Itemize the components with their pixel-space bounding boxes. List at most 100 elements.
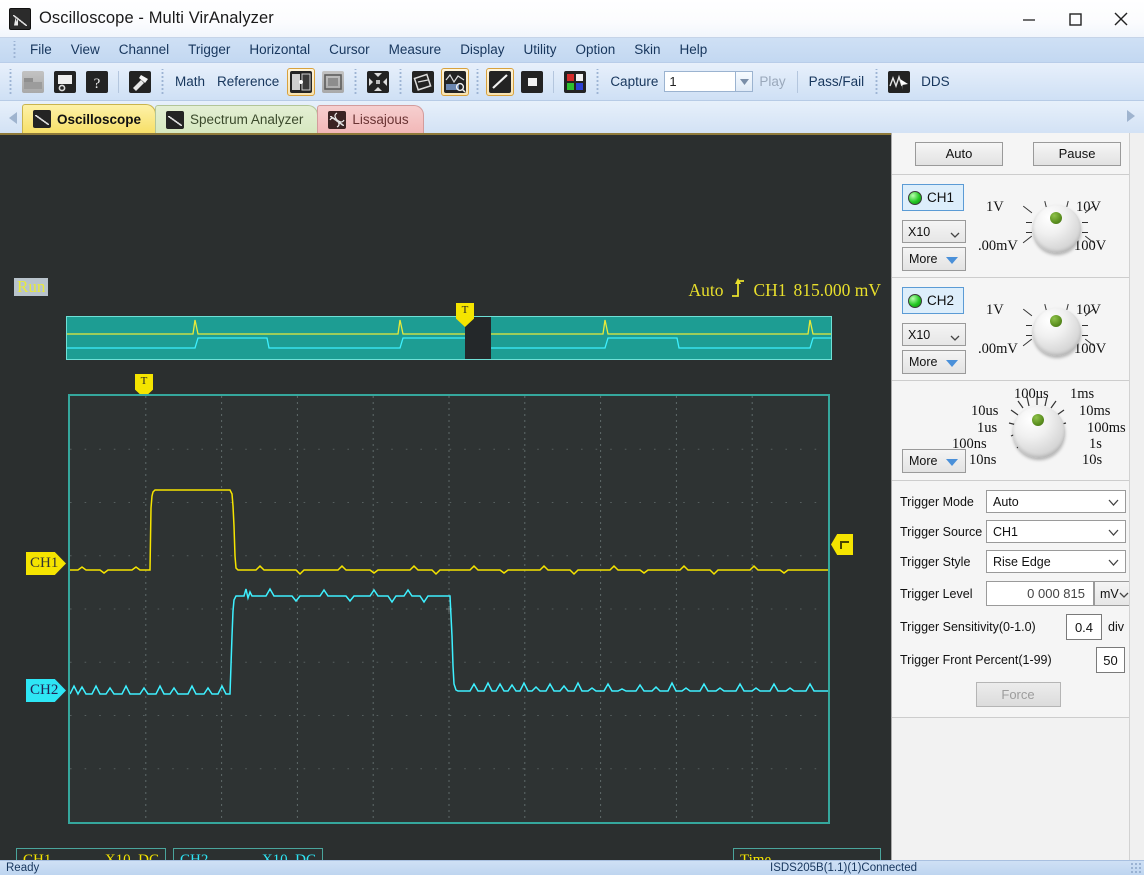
chevron-down-icon	[950, 331, 960, 345]
ch2-enable-button[interactable]: CH2	[902, 287, 964, 314]
trigger-front-input[interactable]: 50	[1096, 647, 1125, 673]
toolbar-grip-3	[352, 68, 360, 95]
ch1-more-button[interactable]: More	[902, 247, 966, 271]
pause-button[interactable]: Pause	[1033, 141, 1121, 166]
ch2-volts-knob[interactable]	[1033, 308, 1081, 356]
menu-utility[interactable]: Utility	[514, 40, 565, 60]
dds-button[interactable]	[885, 68, 913, 96]
ch2-button-label: CH2	[927, 293, 955, 308]
trigger-style-select[interactable]: Rise Edge	[986, 550, 1126, 573]
trigger-level-unit-select[interactable]: mV	[1094, 581, 1134, 606]
split-view-button[interactable]	[287, 67, 316, 96]
toolbar-grip-6	[594, 68, 602, 95]
trigger-sensitivity-row: Trigger Sensitivity(0-1.0) 0.4 div	[892, 613, 1144, 641]
time-knob-label-1ms: 1ms	[1070, 386, 1095, 402]
main-body: Run Auto CH1 815.000 mV T T CH1 CH2 CH1 …	[0, 133, 1144, 860]
single-view-button[interactable]	[319, 68, 347, 96]
trigger-mode-value: Auto	[993, 494, 1019, 509]
time-knob-label-1s: 1s	[1089, 436, 1102, 452]
timebase-knob-indicator	[1032, 414, 1044, 426]
trigger-style-label: Trigger Style	[900, 554, 971, 569]
line-button[interactable]	[486, 67, 515, 96]
menu-option[interactable]: Option	[566, 40, 624, 60]
grid-lines	[70, 396, 828, 822]
trigger-level-input[interactable]: 0 000 815	[986, 581, 1094, 606]
auto-button[interactable]: Auto	[915, 141, 1003, 166]
tab-strip: Oscilloscope Spectrum Analyzer Lissajous	[0, 101, 1144, 133]
passfail-button[interactable]: Pass/Fail	[803, 74, 871, 89]
waveform-grid[interactable]	[68, 394, 830, 824]
menu-skin[interactable]: Skin	[625, 40, 669, 60]
chevron-down-icon	[950, 228, 960, 242]
minimize-button[interactable]	[1006, 0, 1052, 38]
trigger-front-row: Trigger Front Percent(1-99) 50 %	[892, 646, 1144, 674]
math-button[interactable]: Math	[169, 74, 211, 89]
ch2-more-label: More	[909, 355, 938, 369]
trigger-mode-label: Trigger Mode	[900, 494, 974, 509]
menu-file[interactable]: File	[21, 40, 61, 60]
toolbar-separator-2	[553, 70, 555, 93]
ch2-info-probe: X10	[261, 852, 288, 860]
close-button[interactable]	[1098, 0, 1144, 38]
ch1-info-probe: X10	[104, 852, 131, 860]
triangle-down-icon	[946, 360, 958, 367]
tab-oscilloscope[interactable]: Oscilloscope	[22, 104, 157, 133]
reference-button[interactable]: Reference	[211, 74, 285, 89]
menu-view[interactable]: View	[62, 40, 109, 60]
hammer-button[interactable]	[126, 68, 154, 96]
ch1-volts-knob[interactable]	[1033, 205, 1081, 253]
save-button[interactable]	[51, 68, 79, 96]
menu-horizontal[interactable]: Horizontal	[240, 40, 319, 60]
scope-display[interactable]: Run Auto CH1 815.000 mV T T CH1 CH2 CH1 …	[0, 133, 891, 860]
menu-display[interactable]: Display	[451, 40, 513, 60]
ch2-knob-label-1v: 1V	[986, 302, 1004, 318]
menu-channel[interactable]: Channel	[110, 40, 178, 60]
menu-cursor[interactable]: Cursor	[320, 40, 379, 60]
measure-zoom-button[interactable]	[441, 67, 470, 96]
svg-text:?: ?	[94, 76, 101, 92]
menu-trigger[interactable]: Trigger	[179, 40, 239, 60]
ch1-enable-button[interactable]: CH1	[902, 184, 964, 211]
resize-grip-icon[interactable]	[1130, 862, 1142, 874]
open-file-button[interactable]	[19, 68, 47, 96]
trigger-level-marker[interactable]	[831, 534, 853, 555]
capture-dropdown-arrow[interactable]	[736, 71, 754, 92]
overview-strip[interactable]	[66, 316, 832, 360]
trigger-sensitivity-unit: div	[1108, 620, 1124, 634]
fit-button[interactable]	[364, 68, 392, 96]
dds-label[interactable]: DDS	[915, 74, 956, 89]
ch2-probe-select[interactable]: X10	[902, 323, 966, 346]
trigger-sensitivity-input[interactable]: 0.4	[1066, 614, 1102, 640]
tab-lissajous-label: Lissajous	[352, 112, 409, 127]
trigger-source-display: CH1	[753, 280, 787, 300]
ch2-control-group: CH2 X10 More 1V 10V .00mV 100V	[892, 278, 1144, 381]
record-button[interactable]	[409, 68, 437, 96]
ch1-ground-marker[interactable]: CH1	[26, 552, 66, 575]
menu-measure[interactable]: Measure	[380, 40, 451, 60]
trigger-mode-select[interactable]: Auto	[986, 490, 1126, 513]
ch2-ground-marker[interactable]: CH2	[26, 679, 66, 702]
ch2-more-button[interactable]: More	[902, 350, 966, 374]
capture-input[interactable]: 1	[664, 71, 737, 92]
help-button[interactable]: ?	[83, 68, 111, 96]
time-knob-label-100ns: 100ns	[952, 436, 987, 452]
window-controls	[1006, 0, 1144, 38]
panel-scrollbar[interactable]	[1129, 133, 1144, 860]
ch2-knob-label-00mv: .00mV	[978, 341, 1018, 357]
tab-spectrum-analyzer[interactable]: Spectrum Analyzer	[155, 105, 319, 133]
menu-help[interactable]: Help	[671, 40, 717, 60]
force-trigger-button[interactable]: Force	[975, 682, 1061, 707]
ch1-button-label: CH1	[927, 190, 955, 205]
ch1-probe-select[interactable]: X10	[902, 220, 966, 243]
stop-button[interactable]	[518, 68, 546, 96]
play-button[interactable]: Play	[753, 74, 791, 89]
tab-lissajous[interactable]: Lissajous	[317, 105, 424, 133]
tab-scroll-right-icon[interactable]	[1126, 109, 1136, 127]
timebase-knob[interactable]	[1013, 406, 1065, 458]
trigger-level-display: 815.000 mV	[793, 280, 882, 300]
trigger-source-select[interactable]: CH1	[986, 520, 1126, 543]
color-button[interactable]	[561, 68, 589, 96]
maximize-button[interactable]	[1052, 0, 1098, 38]
title-bar: Oscilloscope - Multi VirAnalyzer	[0, 0, 1144, 38]
tab-scroll-left-icon[interactable]	[4, 103, 22, 133]
